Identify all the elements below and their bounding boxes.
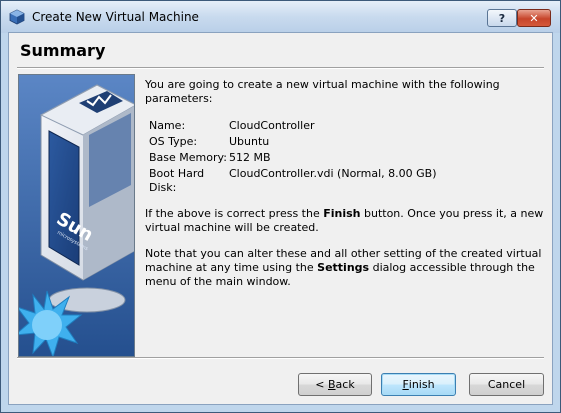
param-value: CloudController (229, 119, 315, 132)
page-header: Summary (9, 33, 552, 66)
param-row-base-memory: Base Memory: 512 MB (149, 151, 437, 167)
virtualbox-monitor-illustration: Sun microsystems (19, 75, 134, 356)
back-label-rest: ack (335, 378, 355, 391)
finish-label-rest: inish (408, 378, 435, 391)
param-value: CloudController.vdi (Normal, 8.00 GB) (229, 167, 437, 180)
confirm-text-a: If the above is correct press the (145, 207, 324, 220)
param-value: 512 MB (229, 151, 271, 164)
back-mnemonic: B (328, 378, 336, 391)
finish-button[interactable]: Finish (381, 373, 456, 396)
dialog-body: Summary Sun microsystems You are going t… (8, 32, 553, 405)
intro-text: You are going to create a new virtual ma… (145, 78, 500, 105)
parameter-table: Name: CloudController OS Type: Ubuntu Ba… (149, 119, 437, 195)
param-label: Boot Hard Disk: (149, 167, 205, 194)
finish-keyword: Finish (323, 207, 361, 220)
page-title: Summary (20, 41, 106, 60)
param-label: Name: (149, 119, 186, 132)
param-label: Base Memory: (149, 151, 227, 164)
param-label: OS Type: (149, 135, 198, 148)
header-divider (17, 67, 544, 69)
dialog-window: Create New Virtual Machine ? ✕ Summary S… (0, 0, 561, 413)
window-title: Create New Virtual Machine (32, 10, 199, 24)
cancel-button[interactable]: Cancel (469, 373, 544, 396)
confirm-instructions: If the above is correct press the Finish… (145, 207, 545, 235)
param-row-boot-hard-disk: Boot Hard Disk: CloudController.vdi (Nor… (149, 167, 437, 195)
settings-note: Note that you can alter these and all ot… (145, 247, 545, 289)
summary-content: You are going to create a new virtual ma… (145, 78, 545, 289)
back-button[interactable]: < Back (298, 373, 372, 396)
help-button[interactable]: ? (487, 9, 517, 27)
virtualbox-icon (9, 9, 25, 25)
back-prefix: < (315, 378, 328, 391)
footer-divider (17, 357, 544, 359)
close-button[interactable]: ✕ (517, 9, 551, 27)
title-bar[interactable]: Create New Virtual Machine ? ✕ (1, 1, 560, 33)
wizard-illustration: Sun microsystems (18, 74, 135, 357)
param-value: Ubuntu (229, 135, 270, 148)
param-row-os-type: OS Type: Ubuntu (149, 135, 437, 151)
param-row-name: Name: CloudController (149, 119, 437, 135)
settings-keyword: Settings (317, 261, 370, 274)
